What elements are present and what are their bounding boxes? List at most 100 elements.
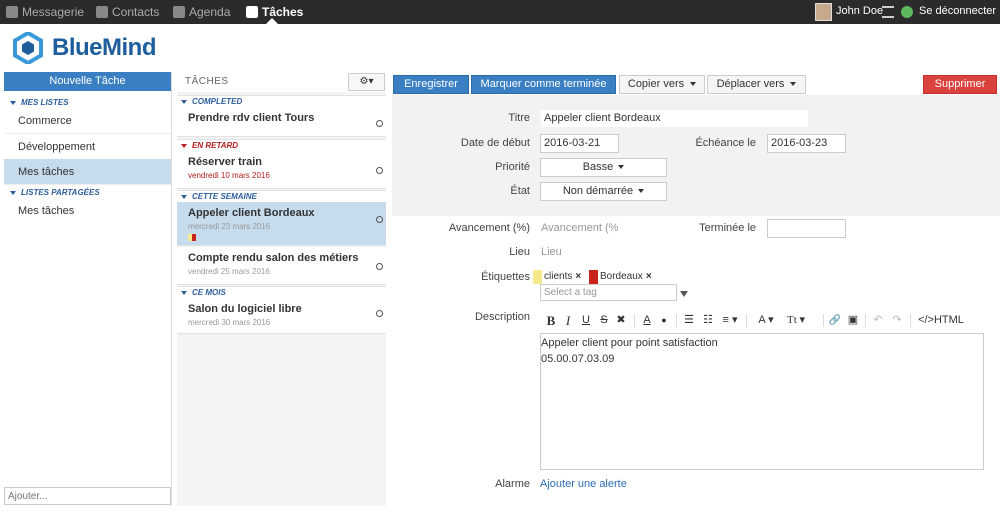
bullet-list-icon[interactable]: ☰ <box>682 312 696 329</box>
mark-done-button[interactable]: Marquer comme terminée <box>471 75 616 94</box>
font-family-dropdown-icon[interactable]: A ▾ <box>754 312 778 329</box>
nav-messagerie[interactable]: Messagerie <box>6 0 84 24</box>
task-row[interactable]: Prendre rdv client Tours <box>177 107 386 137</box>
status-select[interactable]: Non démarrée <box>540 182 667 201</box>
caret-down-icon <box>638 189 645 194</box>
task-status-icon[interactable] <box>376 167 383 174</box>
undo-icon[interactable]: ↶ <box>871 312 885 329</box>
task-row[interactable]: Salon du logiciel libre mercredi 30 mars… <box>177 298 386 334</box>
remove-tag-icon[interactable]: × <box>646 271 652 282</box>
task-status-icon[interactable] <box>376 263 383 270</box>
paper-plane-icon <box>6 6 18 18</box>
user-icon <box>96 6 108 18</box>
start-date-input[interactable]: 2016-03-21 <box>540 134 619 153</box>
tag-bordeaux[interactable]: Bordeaux × <box>589 270 652 284</box>
task-list-options-button[interactable]: ⚙▾ <box>348 73 385 91</box>
highlight-color-icon[interactable]: ● <box>658 312 670 329</box>
clear-format-icon[interactable]: ✖ <box>615 312 627 329</box>
user-name[interactable]: John Doe <box>836 5 883 17</box>
group-completed[interactable]: COMPLETED <box>177 95 386 107</box>
caret-down-icon <box>690 82 697 87</box>
add-alarm-link[interactable]: Ajouter une alerte <box>540 478 627 490</box>
group-cette-semaine[interactable]: CETTE SEMAINE <box>177 190 386 202</box>
group-ce-mois[interactable]: CE MOIS <box>177 286 386 298</box>
tag-select-input[interactable]: Select a tag <box>540 284 677 301</box>
tags-label: Étiquettes <box>481 271 530 283</box>
tag-clients[interactable]: clients × <box>533 270 581 284</box>
priority-label: Priorité <box>495 161 530 173</box>
description-label: Description <box>474 311 530 323</box>
due-date-input[interactable]: 2016-03-23 <box>767 134 846 153</box>
chevron-down-icon <box>181 99 187 104</box>
task-status-icon[interactable] <box>376 310 383 317</box>
sidebar-item-commerce[interactable]: Commerce <box>4 108 171 134</box>
settings-sliders-icon[interactable] <box>882 6 894 18</box>
logout-link[interactable]: Se déconnecter <box>919 5 996 17</box>
link-icon[interactable]: 🔗 <box>828 312 842 329</box>
rich-text-toolbar: B I U S ✖ A ● ☰ ☷ ≡ ▾ A ▾ Tt ▾ 🔗 ▣ ↶ ↷ <… <box>540 312 970 329</box>
task-list-panel: TÂCHES ⚙▾ COMPLETED Prendre rdv client T… <box>177 72 386 506</box>
title-label: Titre <box>508 112 530 124</box>
brand-name: BlueMind <box>52 34 157 61</box>
new-task-button[interactable]: Nouvelle Tâche <box>4 72 171 91</box>
active-tab-indicator <box>266 18 278 24</box>
caret-down-icon <box>618 165 625 170</box>
underline-button[interactable]: U <box>580 312 592 329</box>
alarms-label: Alarme <box>495 478 530 490</box>
task-row[interactable]: Compte rendu salon des métiers vendredi … <box>177 247 386 285</box>
italic-button[interactable]: I <box>562 312 574 329</box>
start-date-label: Date de début <box>460 137 530 149</box>
copy-to-dropdown[interactable]: Copier vers <box>619 75 705 94</box>
image-icon[interactable]: ▣ <box>846 312 860 329</box>
task-tag-swatches <box>188 232 198 241</box>
strikethrough-button[interactable]: S <box>598 312 610 329</box>
description-editor[interactable]: Appeler client pour point satisfaction 0… <box>540 333 984 470</box>
task-list-title: TÂCHES <box>185 76 229 87</box>
html-source-button[interactable]: </>HTML <box>917 312 965 329</box>
task-detail-panel: Enregistrer Marquer comme terminée Copie… <box>392 72 1000 513</box>
nav-agenda[interactable]: Agenda <box>173 0 230 24</box>
description-line: Appeler client pour point satisfaction <box>541 337 718 349</box>
task-lists-sidebar: Nouvelle Tâche MES LISTES Commerce Dével… <box>4 72 172 506</box>
numbered-list-icon[interactable]: ☷ <box>701 312 715 329</box>
bold-button[interactable]: B <box>545 312 557 329</box>
font-size-dropdown-icon[interactable]: Tt ▾ <box>783 312 809 329</box>
bluemind-logo-icon <box>13 32 43 64</box>
add-list-input[interactable] <box>4 487 171 505</box>
progress-input[interactable]: Avancement (% <box>541 222 618 234</box>
top-navigation-bar: Messagerie Contacts Agenda Tâches John D… <box>0 0 1000 24</box>
task-status-icon[interactable] <box>376 120 383 127</box>
avatar[interactable] <box>815 3 832 21</box>
task-icon <box>246 6 258 18</box>
task-status-icon[interactable] <box>376 216 383 223</box>
due-date-label: Échéance le <box>695 137 756 149</box>
presence-status-icon[interactable] <box>901 6 913 18</box>
sidebar-item-developpement[interactable]: Développement <box>4 134 171 160</box>
move-to-dropdown[interactable]: Déplacer vers <box>707 75 806 94</box>
chevron-down-icon <box>10 190 16 195</box>
redo-icon[interactable]: ↷ <box>890 312 904 329</box>
tag-dropdown-caret-icon[interactable] <box>680 291 688 297</box>
completed-on-label: Terminée le <box>699 222 756 234</box>
remove-tag-icon[interactable]: × <box>575 271 581 282</box>
chevron-down-icon <box>181 290 187 295</box>
title-input[interactable]: Appeler client Bordeaux <box>540 109 809 128</box>
group-en-retard[interactable]: EN RETARD <box>177 139 386 151</box>
place-input[interactable]: Lieu <box>541 246 562 258</box>
priority-select[interactable]: Basse <box>540 158 667 177</box>
task-row[interactable]: Réserver train vendredi 10 mars 2016 <box>177 151 386 189</box>
task-row-selected[interactable]: Appeler client Bordeaux mercredi 23 mars… <box>177 202 386 246</box>
chevron-down-icon <box>10 100 16 105</box>
font-color-icon[interactable]: A <box>641 312 653 329</box>
sidebar-item-mes-taches[interactable]: Mes tâches <box>4 159 171 185</box>
chevron-down-icon <box>181 194 187 199</box>
place-label: Lieu <box>509 246 530 258</box>
gear-icon: ⚙▾ <box>359 76 374 87</box>
progress-label: Avancement (%) <box>448 222 530 234</box>
completed-on-input[interactable] <box>767 219 846 238</box>
nav-contacts[interactable]: Contacts <box>96 0 159 24</box>
delete-button[interactable]: Supprimer <box>923 75 997 94</box>
align-dropdown-icon[interactable]: ≡ ▾ <box>719 312 741 329</box>
sidebar-item-shared-mes-taches[interactable]: Mes tâches <box>4 198 171 224</box>
save-button[interactable]: Enregistrer <box>393 75 469 94</box>
